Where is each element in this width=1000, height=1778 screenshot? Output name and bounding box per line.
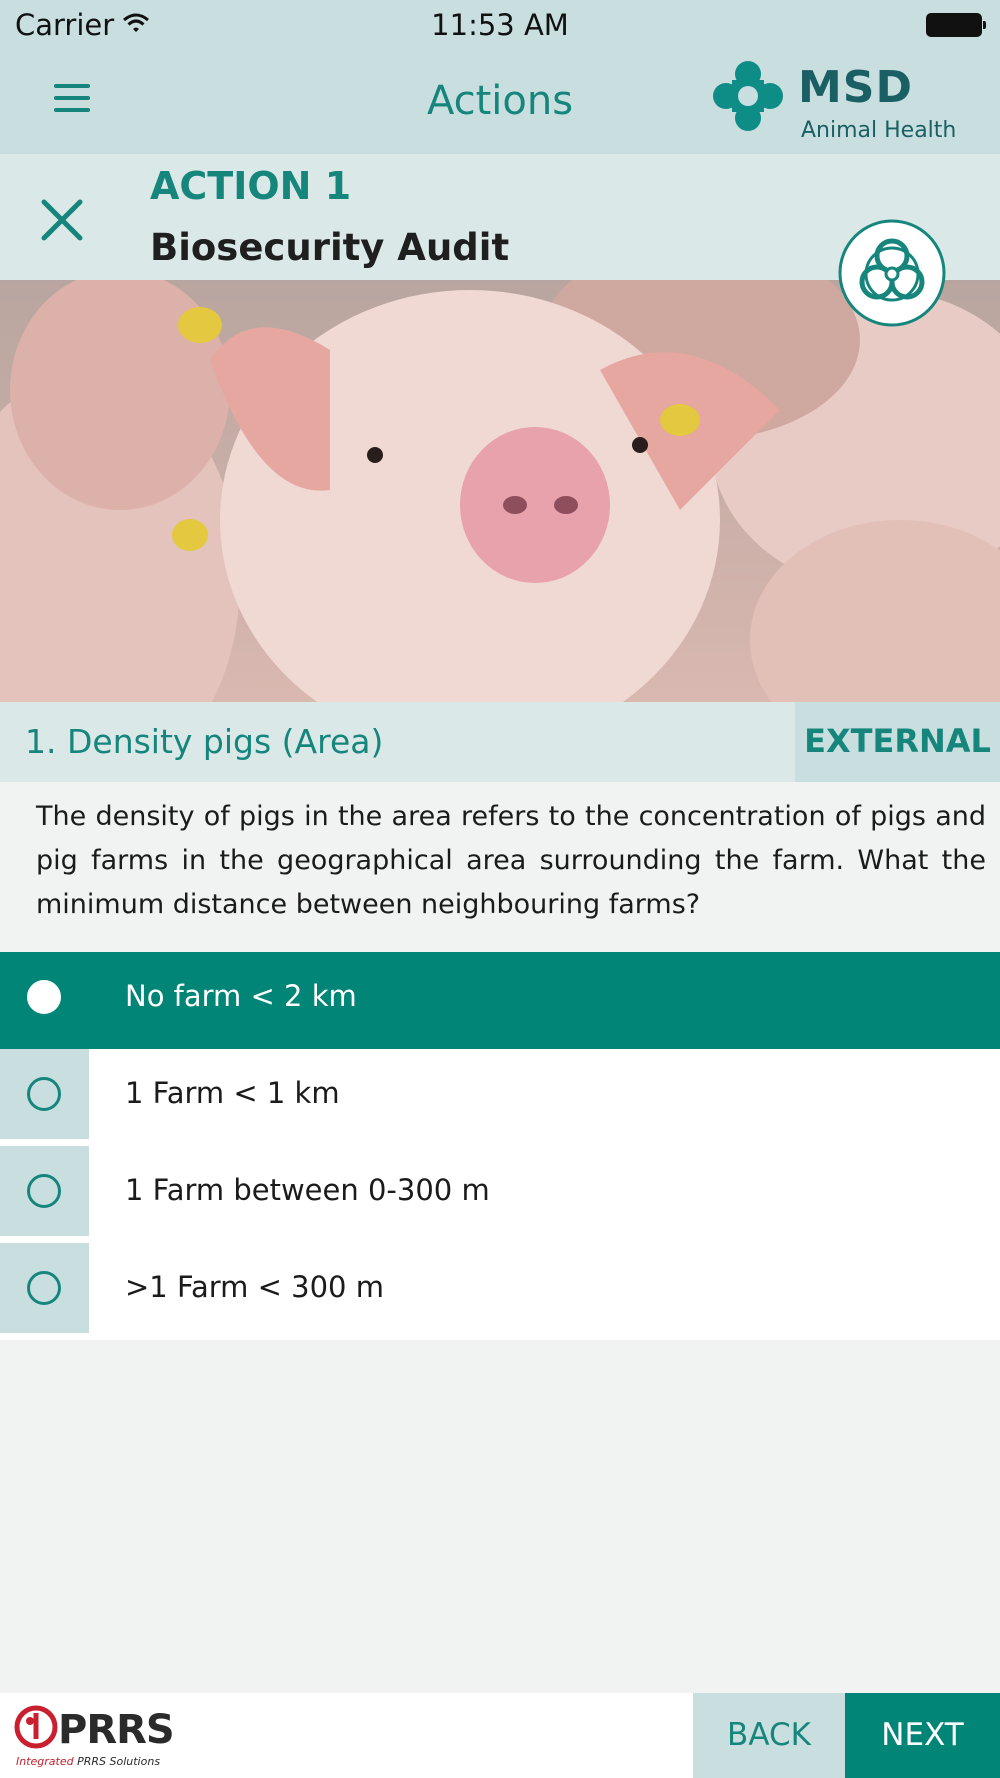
answer-label: 1 Farm between 0-300 m <box>125 1173 490 1207</box>
category-label: EXTERNAL <box>804 722 991 760</box>
status-bar: Carrier 11:53 AM <box>0 0 1000 50</box>
prrs-logo-icon <box>14 1705 58 1749</box>
answer-option[interactable]: >1 Farm < 300 m <box>0 1243 1000 1340</box>
clock: 11:53 AM <box>431 8 569 42</box>
logo-brand: MSD <box>798 62 913 113</box>
prrs-logo-word: PRRS <box>58 1707 175 1753</box>
answer-option[interactable]: 1 Farm between 0-300 m <box>0 1146 1000 1243</box>
msd-animal-health-logo: MSD Animal Health <box>712 56 962 148</box>
prrs-logo-tagline: Integrated PRRS Solutions <box>16 1755 161 1768</box>
radio-cell[interactable] <box>0 952 89 1042</box>
answer-label: >1 Farm < 300 m <box>125 1270 384 1304</box>
question-header: 1. Density pigs (Area) EXTERNAL <box>0 702 1000 782</box>
answer-list: No farm < 2 km 1 Farm < 1 km 1 Farm betw… <box>0 952 1000 1340</box>
pigs-photo <box>0 280 1000 702</box>
nav-bar: Actions MSD Animal Health <box>0 50 1000 154</box>
action-header: ACTION 1 Biosecurity Audit <box>0 154 1000 327</box>
prrs-logo: PRRS Integrated PRRS Solutions <box>12 1699 175 1773</box>
battery-icon <box>926 13 986 37</box>
radio-selected-icon[interactable] <box>27 980 61 1014</box>
answer-option[interactable]: No farm < 2 km <box>0 952 1000 1049</box>
category-badge: EXTERNAL <box>795 702 1000 782</box>
msd-logo-icon <box>713 61 783 131</box>
footer-bar: PRRS Integrated PRRS Solutions BACK NEXT <box>0 1693 1000 1778</box>
close-icon[interactable] <box>40 198 84 242</box>
next-button-label: NEXT <box>881 1717 964 1753</box>
question-title: 1. Density pigs (Area) <box>25 722 384 761</box>
action-number: ACTION 1 <box>150 164 352 208</box>
answer-label: 1 Farm < 1 km <box>125 1076 340 1110</box>
next-button[interactable]: NEXT <box>845 1693 1000 1778</box>
biohazard-icon <box>837 218 947 328</box>
radio-unselected-icon[interactable] <box>27 1077 61 1111</box>
answer-option[interactable]: 1 Farm < 1 km <box>0 1049 1000 1146</box>
radio-unselected-icon[interactable] <box>27 1271 61 1305</box>
radio-cell[interactable] <box>0 1049 89 1139</box>
radio-cell[interactable] <box>0 1146 89 1236</box>
question-text: The density of pigs in the area refers t… <box>36 801 986 920</box>
back-button[interactable]: BACK <box>693 1693 845 1778</box>
radio-unselected-icon[interactable] <box>27 1174 61 1208</box>
radio-cell[interactable] <box>0 1243 89 1333</box>
action-title: Biosecurity Audit <box>150 226 510 269</box>
answer-label: No farm < 2 km <box>125 979 357 1013</box>
back-button-label: BACK <box>727 1717 811 1753</box>
logo-subtitle: Animal Health <box>801 118 957 143</box>
